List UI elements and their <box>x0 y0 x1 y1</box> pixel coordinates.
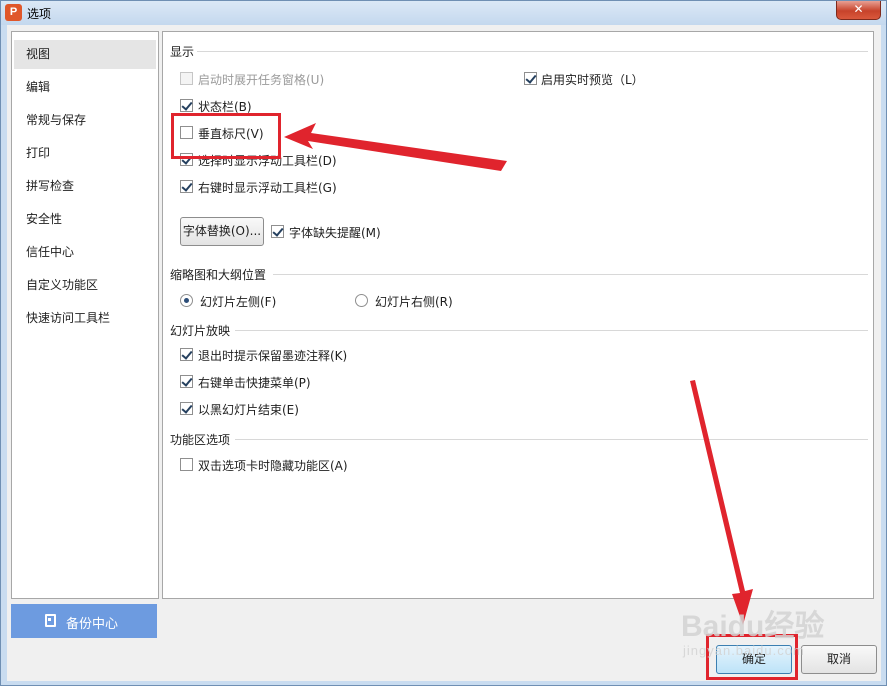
annotation-arrow-to-ok <box>690 380 753 625</box>
annotation-arrows <box>284 123 753 625</box>
watermark-brand: Baidu经验 <box>681 610 825 643</box>
annotation-arrow-to-ruler <box>284 123 507 171</box>
baidu-watermark: Baidu经验 jingyan.baidu.com <box>681 601 851 661</box>
watermark-url: jingyan.baidu.com <box>683 643 805 658</box>
options-dialog: P 选项 ✕ 视图 编辑 常规与保存 打印 拼写检查 安全性 信任中心 自定义功… <box>0 0 887 686</box>
